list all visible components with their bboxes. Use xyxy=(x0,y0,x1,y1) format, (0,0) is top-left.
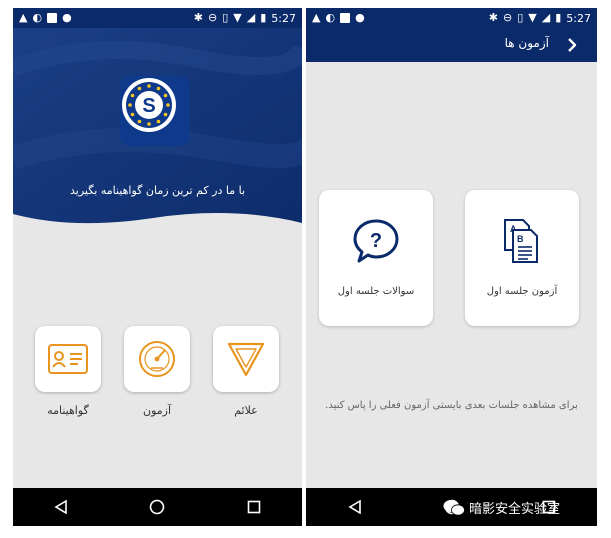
triangle-back-icon xyxy=(347,500,361,514)
android-icon: ● xyxy=(355,11,365,24)
first-session-exam-card[interactable]: A B آزمون جلسه اول xyxy=(465,190,579,326)
bluetooth-icon: ✱ xyxy=(193,11,204,24)
wifi-icon: ▼ xyxy=(528,11,537,24)
dnd-icon: ⊖ xyxy=(503,11,513,24)
android-icon: ● xyxy=(62,11,72,24)
license-card-icon xyxy=(48,344,88,374)
wechat-icon xyxy=(443,499,465,516)
nav-bar xyxy=(13,488,302,526)
recents-nav-button[interactable] xyxy=(236,492,272,522)
chevron-right-icon xyxy=(568,38,577,52)
status-bar: ▲ ◐ ● ✱ ⊖ ▯ ▼ ◢ ▮ 5:27 xyxy=(13,8,302,28)
logo-letter: S xyxy=(142,95,155,117)
back-nav-button[interactable] xyxy=(43,492,79,522)
home-nav-button[interactable] xyxy=(139,492,175,522)
svg-text:?: ? xyxy=(370,230,382,252)
signal-icon: ◢ xyxy=(541,11,551,24)
exams-screen: ▲ ◐ ● ✱ ⊖ ▯ ▼ ◢ ▮ 5:27 آزمون ها ? سوالات… xyxy=(306,8,597,526)
hero-banner: S با ما در کم ترین زمان گواهینامه بگیرید xyxy=(13,28,302,238)
app-logo: S xyxy=(120,76,190,146)
app-bar: آزمون ها xyxy=(306,28,597,62)
status-time: 5:27 xyxy=(271,11,296,25)
exam-tile-label: آزمون xyxy=(142,404,172,417)
dnd-icon: ⊖ xyxy=(208,11,218,24)
first-session-exam-label: آزمون جلسه اول xyxy=(486,286,558,297)
data-saver-icon: ◐ xyxy=(325,11,336,24)
first-session-questions-label: سوالات جلسه اول xyxy=(337,286,415,297)
status-time: 5:27 xyxy=(566,11,591,25)
battery-icon: ▮ xyxy=(555,11,562,24)
vibrate-icon: ▯ xyxy=(517,11,524,24)
page-title: آزمون ها xyxy=(504,36,549,50)
documents-icon: A B xyxy=(504,219,538,263)
speedometer-icon xyxy=(139,341,175,377)
signs-tile[interactable] xyxy=(213,326,279,392)
watermark-text: 暗影安全实验室 xyxy=(469,502,561,517)
warning-icon: ▲ xyxy=(19,11,28,24)
first-session-questions-card[interactable]: ? سوالات جلسه اول xyxy=(319,190,433,326)
bluetooth-icon: ✱ xyxy=(488,11,499,24)
square-recents-icon xyxy=(247,500,261,514)
back-button[interactable] xyxy=(561,33,583,57)
svg-text:B: B xyxy=(517,234,524,244)
warning-icon: ▲ xyxy=(312,11,321,24)
home-screen: ▲ ◐ ● ✱ ⊖ ▯ ▼ ◢ ▮ 5:27 S با ما در کم تری… xyxy=(13,8,302,526)
signal-icon: ◢ xyxy=(246,11,256,24)
license-tile[interactable] xyxy=(35,326,101,392)
yield-sign-icon xyxy=(227,342,265,377)
wifi-icon: ▼ xyxy=(233,11,242,24)
data-saver-icon: ◐ xyxy=(32,11,43,24)
next-session-hint: برای مشاهده جلسات بعدی بایستی آزمون فعلی… xyxy=(325,400,578,411)
notification-square-icon xyxy=(47,13,58,23)
status-bar: ▲ ◐ ● ✱ ⊖ ▯ ▼ ◢ ▮ 5:27 xyxy=(306,8,597,28)
tagline: با ما در کم ترین زمان گواهینامه بگیرید xyxy=(69,184,246,197)
signs-tile-label: علائم xyxy=(234,404,258,417)
triangle-back-icon xyxy=(54,500,67,514)
vibrate-icon: ▯ xyxy=(222,11,229,24)
exam-tile[interactable] xyxy=(124,326,190,392)
back-nav-button[interactable] xyxy=(337,492,373,522)
license-tile-label: گواهینامه xyxy=(47,404,89,417)
notification-square-icon xyxy=(340,13,351,23)
battery-icon: ▮ xyxy=(260,11,267,24)
circle-home-icon xyxy=(150,499,165,515)
question-bubble-icon: ? xyxy=(353,219,399,263)
watermark: 暗影安全实验室 xyxy=(443,498,560,517)
